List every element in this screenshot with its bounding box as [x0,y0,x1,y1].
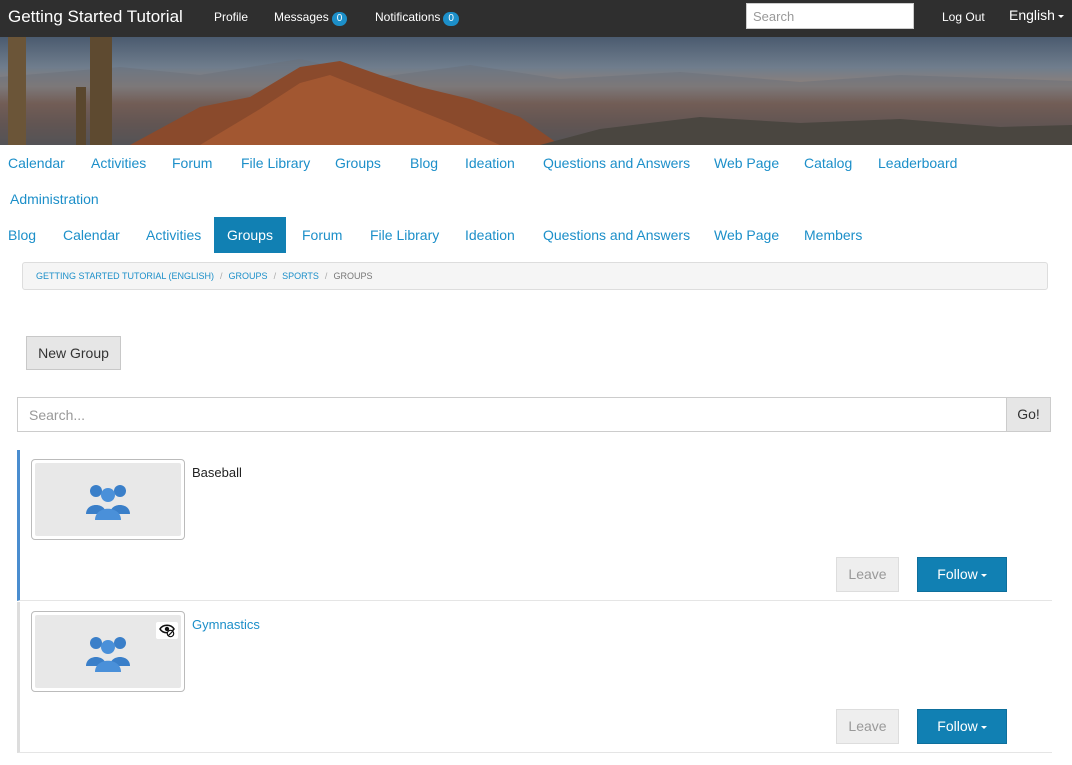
group-card: Gymnastics Leave Follow [17,602,1052,753]
nav-catalog[interactable]: Catalog [804,155,852,171]
nav-questions-and-answers[interactable]: Questions and Answers [543,155,690,171]
private-eye-icon [156,622,178,639]
notifications-link[interactable]: Notifications 0 [375,10,459,26]
breadcrumb-item[interactable]: Getting Started Tutorial (English) [36,271,214,281]
language-label: English [1009,7,1055,23]
profile-link[interactable]: Profile [214,10,248,24]
nav-activities[interactable]: Activities [91,155,146,171]
nav-calendar[interactable]: Calendar [8,155,65,171]
tab-forum[interactable]: Forum [302,227,342,243]
group-search-input[interactable] [17,397,1007,432]
group-card: Baseball Leave Follow [17,450,1052,601]
search-go-button[interactable]: Go! [1006,397,1051,432]
breadcrumb-item[interactable]: Sports [282,271,319,281]
breadcrumb-separator: / [220,271,223,281]
site-brand[interactable]: Getting Started Tutorial [8,7,183,27]
nav-file-library[interactable]: File Library [241,155,310,171]
breadcrumb-item[interactable]: Groups [229,271,268,281]
group-name[interactable]: Gymnastics [192,617,260,632]
caret-down-icon [980,573,987,577]
nav-web-page[interactable]: Web Page [714,155,779,171]
tab-groups[interactable]: Groups [214,217,286,253]
nav-administration[interactable]: Administration [10,191,99,207]
new-group-button[interactable]: New Group [26,336,121,370]
logout-link[interactable]: Log Out [942,10,985,24]
tab-activities[interactable]: Activities [146,227,201,243]
notifications-badge: 0 [443,12,459,26]
messages-label: Messages [274,10,329,24]
tab-ideation[interactable]: Ideation [465,227,515,243]
messages-badge: 0 [331,12,348,26]
breadcrumb-current: Groups [333,271,373,281]
nav-forum[interactable]: Forum [172,155,212,171]
tab-file-library[interactable]: File Library [370,227,439,243]
follow-label: Follow [937,566,978,582]
group-people-icon [86,484,130,520]
language-dropdown[interactable]: English [1009,7,1064,23]
breadcrumb: Getting Started Tutorial (English) / Group… [22,262,1048,290]
follow-label: Follow [937,718,978,734]
tab-calendar[interactable]: Calendar [63,227,120,243]
tab-web-page[interactable]: Web Page [714,227,779,243]
nav-groups[interactable]: Groups [335,155,381,171]
leave-button[interactable]: Leave [836,557,899,592]
tab-blog[interactable]: Blog [8,227,36,243]
messages-link[interactable]: Messages 0 [274,10,348,26]
tab-questions-and-answers[interactable]: Questions and Answers [543,227,690,243]
group-name[interactable]: Baseball [192,465,242,480]
caret-down-icon [980,725,987,729]
tab-members[interactable]: Members [804,227,862,243]
follow-dropdown-button[interactable]: Follow [917,557,1007,592]
nav-leaderboard[interactable]: Leaderboard [878,155,957,171]
nav-ideation[interactable]: Ideation [465,155,515,171]
group-thumbnail[interactable] [31,611,185,692]
caret-down-icon [1057,14,1064,18]
header-search-input[interactable] [746,3,914,29]
banner-image [0,37,1072,145]
follow-dropdown-button[interactable]: Follow [917,709,1007,744]
group-people-icon [86,636,130,672]
breadcrumb-separator: / [324,271,328,281]
nav-blog[interactable]: Blog [410,155,438,171]
group-thumbnail[interactable] [31,459,185,540]
breadcrumb-separator: / [273,271,277,281]
leave-button[interactable]: Leave [836,709,899,744]
top-bar: Getting Started Tutorial Profile Message… [0,0,1072,37]
notifications-label: Notifications [375,10,441,24]
